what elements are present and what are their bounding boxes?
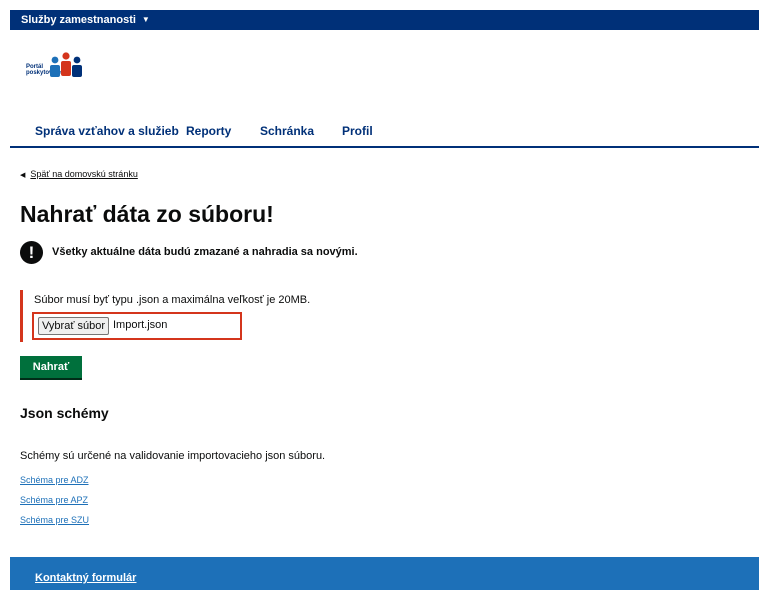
json-schemas-description: Schémy sú určené na validovanie importov… [20, 450, 326, 462]
file-input[interactable]: Vybrať súbor Import.json [32, 312, 242, 340]
footer: Kontaktný formulár [10, 557, 759, 590]
services-menu-label: Služby zamestnanosti [21, 14, 136, 26]
schema-link-szu[interactable]: Schéma pre SZU [20, 515, 89, 525]
selected-file-name: Import.json [113, 319, 168, 331]
page-title: Nahrať dáta zo súboru! [20, 201, 274, 227]
exclamation-icon: ! [20, 241, 43, 264]
services-menu[interactable]: Služby zamestnanosti ▼ [21, 10, 150, 30]
nav-item-relations-services[interactable]: Správa vzťahov a služieb [35, 124, 179, 138]
nav-divider [10, 146, 759, 148]
nav-item-profile[interactable]: Profil [342, 124, 373, 138]
portal-logo[interactable]: Portál poskytovateľ [26, 52, 88, 82]
nav-item-reports[interactable]: Reporty [186, 124, 231, 138]
back-link[interactable]: ◀ Späť na domovskú stránku [20, 169, 138, 179]
file-upload-group: Súbor musí byť typu .json a maximálna ve… [20, 290, 310, 342]
top-bar: Služby zamestnanosti ▼ [10, 10, 759, 30]
nav-item-inbox[interactable]: Schránka [260, 124, 314, 138]
people-icon [50, 52, 82, 77]
triangle-left-icon: ◀ [20, 172, 26, 179]
schema-link-adz[interactable]: Schéma pre ADZ [20, 475, 89, 485]
upload-file-button[interactable]: Nahrať súbor [20, 356, 82, 395]
back-link-label: Späť na domovskú stránku [30, 169, 138, 179]
caret-down-icon: ▼ [141, 15, 150, 24]
choose-file-button[interactable]: Vybrať súbor [38, 317, 110, 335]
json-schemas-heading: Json schémy [20, 405, 109, 421]
warning-text: Všetky aktuálne dáta budú zmazané a nahr… [52, 246, 358, 258]
file-upload-hint: Súbor musí byť typu .json a maximálna ve… [34, 294, 311, 306]
schema-link-apz[interactable]: Schéma pre APZ [20, 495, 88, 505]
contact-form-link[interactable]: Kontaktný formulár [35, 572, 136, 584]
